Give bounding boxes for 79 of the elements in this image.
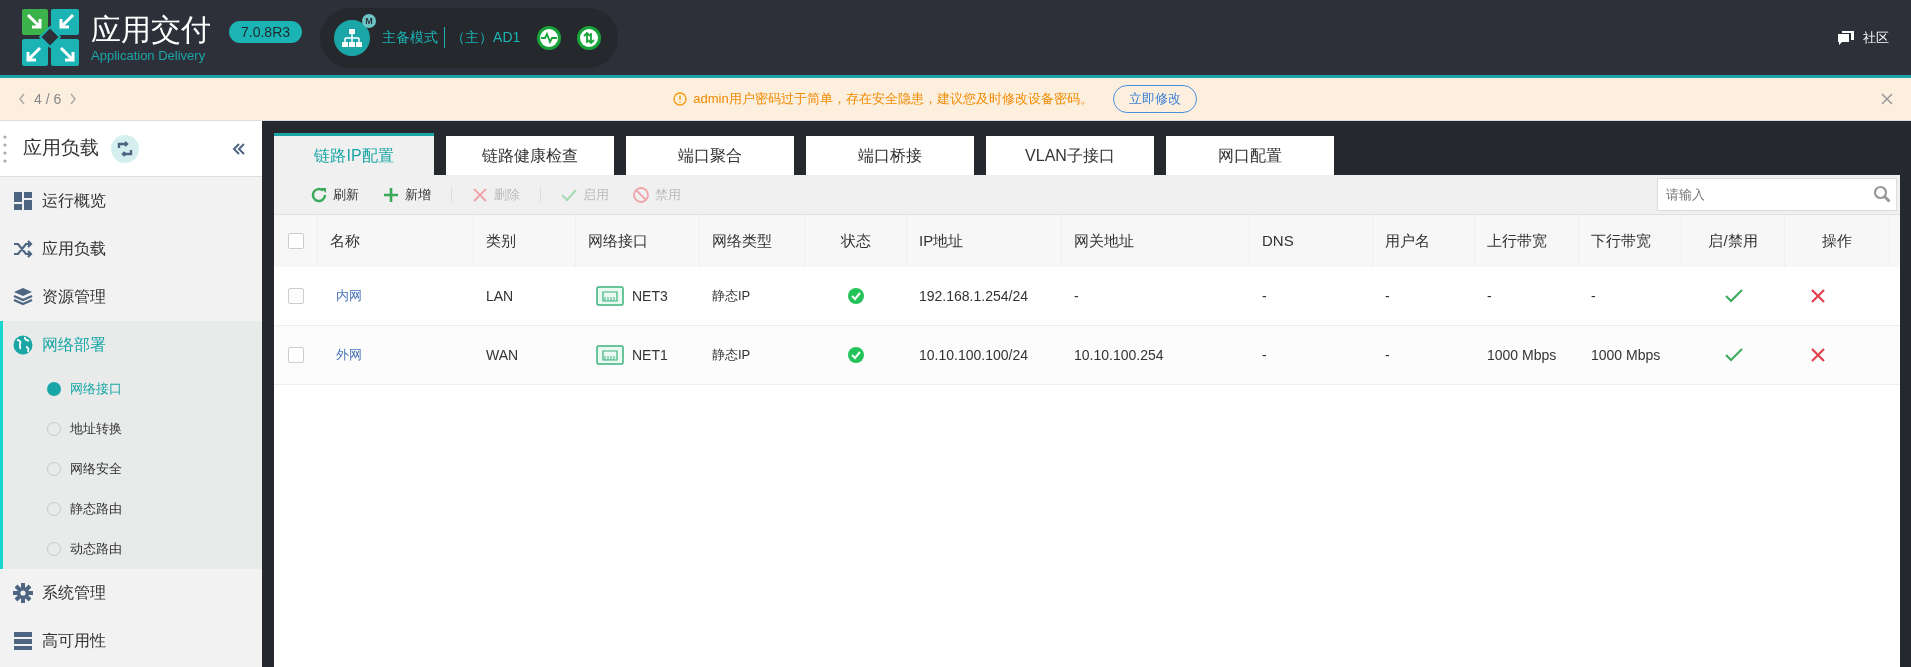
ethernet-port-icon xyxy=(596,286,624,306)
drag-handle-icon[interactable] xyxy=(3,134,7,163)
shuffle-icon xyxy=(13,239,33,259)
toolbar-button[interactable]: 刷新 xyxy=(299,174,371,215)
sidebar-item[interactable]: 运行概览 xyxy=(3,177,262,225)
sidebar-subitem[interactable]: 网络安全 xyxy=(0,449,262,489)
table-cell-text: - xyxy=(1261,286,1268,306)
table-cell-text: 10.10.100.100/24 xyxy=(918,345,1029,365)
community-link[interactable]: 社区 xyxy=(1837,27,1889,48)
logo-icon xyxy=(22,9,79,66)
sidebar-item[interactable]: 资源管理 xyxy=(3,273,262,321)
gear-icon xyxy=(13,583,33,603)
layers-icon xyxy=(13,287,33,307)
table-cell-text: - xyxy=(1073,286,1080,306)
device-label: （主）AD1 xyxy=(451,28,521,47)
checkbox[interactable] xyxy=(288,288,304,304)
sidebar-item[interactable]: 应用负载 xyxy=(3,225,262,273)
logo-title: 应用交付 xyxy=(91,11,211,48)
server-icon xyxy=(13,631,33,651)
delete-icon[interactable] xyxy=(1811,289,1825,303)
version-badge: 7.0.8R3 xyxy=(229,21,303,43)
sidebar-item[interactable]: 高可用性 xyxy=(3,617,262,665)
toolbar-button[interactable]: 新增 xyxy=(371,174,443,215)
search-field[interactable]: 请输入 xyxy=(1657,178,1897,211)
mode-label: 主备模式 xyxy=(382,27,446,48)
collapse-icon[interactable] xyxy=(232,142,246,155)
sidebar-subitem[interactable]: 静态路由 xyxy=(0,489,262,529)
table-cell-text: LAN xyxy=(485,286,515,306)
previous-icon[interactable] xyxy=(18,93,26,105)
sync-icon[interactable] xyxy=(576,24,603,51)
sidebar-subitem[interactable]: 动态路由 xyxy=(0,529,262,569)
tab[interactable]: 端口桥接 xyxy=(806,136,974,175)
table-cell-text: - xyxy=(1590,286,1597,306)
table-cell-text: NET1 xyxy=(632,345,668,365)
close-icon[interactable] xyxy=(1881,93,1893,105)
mode-badge: M xyxy=(362,13,377,28)
table-cell-text: NET3 xyxy=(632,286,668,306)
name-link[interactable]: 外网 xyxy=(318,345,362,365)
sidebar-title: 应用负载 xyxy=(23,136,99,161)
table-cell-text: 10.10.100.254 xyxy=(1073,345,1165,365)
name-link[interactable]: 内网 xyxy=(318,286,362,306)
next-icon[interactable] xyxy=(69,93,78,105)
prohibit-icon xyxy=(633,186,649,203)
plus-icon xyxy=(383,186,399,203)
table-cell-text: 静态IP xyxy=(711,346,752,365)
search-icon[interactable] xyxy=(1873,185,1891,203)
switch-icon[interactable] xyxy=(111,134,139,163)
check-icon[interactable] xyxy=(1724,289,1743,303)
sidebar-item[interactable]: 系统管理 xyxy=(3,569,262,617)
table-cell-text: 1000 Mbps xyxy=(1486,345,1558,365)
dashboard-icon xyxy=(13,191,33,211)
ethernet-port-icon xyxy=(596,345,624,365)
check-icon[interactable] xyxy=(1724,348,1743,362)
refresh-icon xyxy=(311,186,327,203)
table-cell-text: - xyxy=(1261,345,1268,365)
table-cell-text: 静态IP xyxy=(711,287,752,306)
sidebar-subitem[interactable]: 地址转换 xyxy=(0,409,262,449)
chat-icon xyxy=(1837,29,1855,46)
info-icon xyxy=(673,92,688,106)
delete-icon[interactable] xyxy=(1811,348,1825,362)
heartbeat-icon[interactable] xyxy=(536,24,563,51)
globe-icon xyxy=(13,335,33,355)
checkbox[interactable] xyxy=(287,233,304,249)
table-cell-text: 192.168.1.254/24 xyxy=(918,286,1029,306)
tab[interactable]: 网口配置 xyxy=(1166,136,1334,175)
table-cell-text: - xyxy=(1384,345,1391,365)
tab[interactable]: VLAN子接口 xyxy=(986,136,1154,175)
table-cell-text: - xyxy=(1486,286,1493,306)
notice-message: admin用户密码过于简单，存在安全隐患，建议您及时修改设备密码。 xyxy=(693,90,1093,109)
topology-icon xyxy=(334,19,371,56)
tab[interactable]: 链路健康检查 xyxy=(446,136,614,175)
close-icon xyxy=(472,186,488,203)
checkbox[interactable] xyxy=(288,347,304,363)
table-cell-text: - xyxy=(1384,286,1391,306)
page-counter: 4 / 6 xyxy=(34,89,62,109)
table-cell-text: 1000 Mbps xyxy=(1590,345,1662,365)
tab[interactable]: 端口聚合 xyxy=(626,136,794,175)
logo-subtitle: Application Delivery xyxy=(91,47,207,64)
table-cell-text: WAN xyxy=(485,345,520,365)
